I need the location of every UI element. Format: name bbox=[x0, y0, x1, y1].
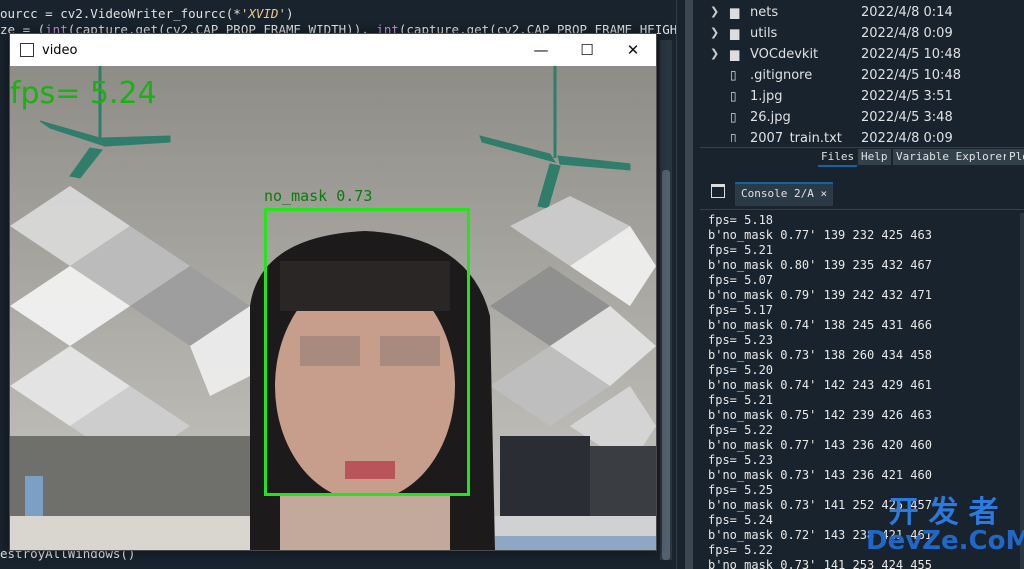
chevron-right-icon[interactable]: ❯ bbox=[710, 47, 719, 60]
console-tab-label: Console 2/A bbox=[741, 187, 814, 200]
code-line-1: ourcc = cv2.VideoWriter_fourcc(*'XVID') bbox=[0, 6, 294, 21]
console-line: b'no_mask 0.80' 139 235 432 467 bbox=[708, 258, 932, 272]
file-name: 2007_train.txt bbox=[750, 131, 842, 142]
file-name: 26.jpg bbox=[750, 110, 791, 125]
file-row-1jpg[interactable]: ▯ 1.jpg 2022/4/5 3:51 bbox=[700, 87, 1024, 108]
watermark-en: DevZe.CoM bbox=[866, 526, 1024, 556]
close-icon[interactable]: × bbox=[820, 187, 827, 200]
file-date: 2022/4/5 10:48 bbox=[861, 47, 961, 62]
video-frame: fps= 5.24 no_mask 0.73 bbox=[10, 66, 656, 550]
detection-label: no_mask 0.73 bbox=[264, 187, 373, 205]
file-name: 1.jpg bbox=[750, 89, 783, 104]
console-line: b'no_mask 0.73' 143 236 421 460 bbox=[708, 468, 932, 482]
console-line: fps= 5.22 bbox=[708, 423, 774, 437]
console-line: fps= 5.20 bbox=[708, 363, 774, 377]
window-app-icon bbox=[20, 43, 34, 57]
console-line: b'no_mask 0.74' 142 243 429 461 bbox=[708, 378, 932, 392]
console-line: b'no_mask 0.75' 142 239 426 463 bbox=[708, 408, 932, 422]
console-line: b'no_mask 0.77' 139 232 425 463 bbox=[708, 228, 932, 242]
console-line: fps= 5.23 bbox=[708, 453, 774, 467]
tab-help[interactable]: Help bbox=[858, 149, 891, 165]
minimize-button[interactable]: — bbox=[518, 34, 564, 66]
tab-variable-explorer[interactable]: Variable Explorer bbox=[893, 149, 1012, 165]
file-date: 2022/4/8 0:09 bbox=[861, 131, 953, 142]
console-line: fps= 5.17 bbox=[708, 303, 774, 317]
chevron-right-icon[interactable]: ❯ bbox=[710, 26, 719, 39]
watermark: 开发者 DevZe.CoM bbox=[866, 495, 1024, 556]
file-row-2007-train[interactable]: ▯ 2007_train.txt 2022/4/8 0:09 bbox=[700, 129, 1024, 142]
file-name: .gitignore bbox=[750, 68, 813, 83]
file-icon: ▯ bbox=[730, 131, 737, 142]
file-name: VOCdevkit bbox=[750, 47, 819, 62]
file-date: 2022/4/5 3:51 bbox=[861, 89, 953, 104]
file-icon: ▯ bbox=[730, 68, 737, 82]
video-window[interactable]: video — ☐ ✕ fps= 5.24 no_mask 0.73 bbox=[9, 33, 657, 551]
file-row-nets[interactable]: ❯ ▆ nets 2022/4/8 0:14 bbox=[700, 3, 1024, 24]
right-pane: ❯ ▆ nets 2022/4/8 0:14 ❯ ▆ utils 2022/4/… bbox=[700, 0, 1024, 569]
file-name: nets bbox=[750, 5, 779, 20]
pane-splitter[interactable] bbox=[676, 0, 701, 569]
file-row-26jpg[interactable]: ▯ 26.jpg 2022/4/5 3:48 bbox=[700, 108, 1024, 129]
file-date: 2022/4/5 10:48 bbox=[861, 68, 961, 83]
console-line: fps= 5.23 bbox=[708, 333, 774, 347]
file-date: 2022/4/8 0:09 bbox=[861, 26, 953, 41]
panel-tabbar: Files Help Variable Explorer Plo bbox=[700, 147, 1024, 167]
console-line: fps= 5.07 bbox=[708, 273, 774, 287]
file-icon: ▯ bbox=[730, 89, 737, 103]
window-title: video bbox=[42, 42, 78, 58]
tab-plots[interactable]: Plo bbox=[1006, 149, 1024, 165]
console-line: fps= 5.21 bbox=[708, 243, 774, 257]
console-line: b'no_mask 0.73' 138 260 434 458 bbox=[708, 348, 932, 362]
file-name: utils bbox=[750, 26, 778, 41]
console-line: fps= 5.18 bbox=[708, 213, 774, 227]
window-icon[interactable] bbox=[711, 184, 725, 198]
file-row-vocdevkit[interactable]: ❯ ▆ VOCdevkit 2022/4/5 10:48 bbox=[700, 45, 1024, 66]
file-icon: ▯ bbox=[730, 110, 737, 124]
close-button[interactable]: ✕ bbox=[610, 34, 656, 66]
editor-scroll-thumb[interactable] bbox=[662, 170, 670, 560]
folder-icon: ▆ bbox=[730, 47, 740, 61]
console-line: b'no_mask 0.74' 138 245 431 466 bbox=[708, 318, 932, 332]
console-header: Console 2/A × bbox=[700, 175, 1024, 210]
console-tab[interactable]: Console 2/A × bbox=[735, 182, 834, 206]
file-row-gitignore[interactable]: ▯ .gitignore 2022/4/5 10:48 bbox=[700, 66, 1024, 87]
console-line: fps= 5.21 bbox=[708, 393, 774, 407]
file-date: 2022/4/8 0:14 bbox=[861, 5, 953, 20]
editor-scrollbar[interactable] bbox=[660, 40, 672, 560]
chevron-right-icon[interactable]: ❯ bbox=[710, 5, 719, 18]
video-titlebar[interactable]: video — ☐ ✕ bbox=[10, 34, 656, 66]
maximize-button[interactable]: ☐ bbox=[564, 34, 610, 66]
detection-box bbox=[264, 208, 470, 496]
splitter-handle[interactable] bbox=[685, 0, 693, 569]
fps-overlay: fps= 5.24 bbox=[10, 76, 157, 111]
console-line: b'no_mask 0.77' 143 236 420 460 bbox=[708, 438, 932, 452]
watermark-zh: 开发者 bbox=[888, 495, 1009, 530]
file-row-utils[interactable]: ❯ ▆ utils 2022/4/8 0:09 bbox=[700, 24, 1024, 45]
folder-icon: ▆ bbox=[730, 5, 740, 19]
console-line: b'no_mask 0.79' 139 242 432 471 bbox=[708, 288, 932, 302]
folder-icon: ▆ bbox=[730, 26, 740, 40]
file-date: 2022/4/5 3:48 bbox=[861, 110, 953, 125]
console-line: b'no_mask 0.73' 141 253 424 455 bbox=[708, 558, 932, 569]
tab-files[interactable]: Files bbox=[818, 149, 858, 167]
